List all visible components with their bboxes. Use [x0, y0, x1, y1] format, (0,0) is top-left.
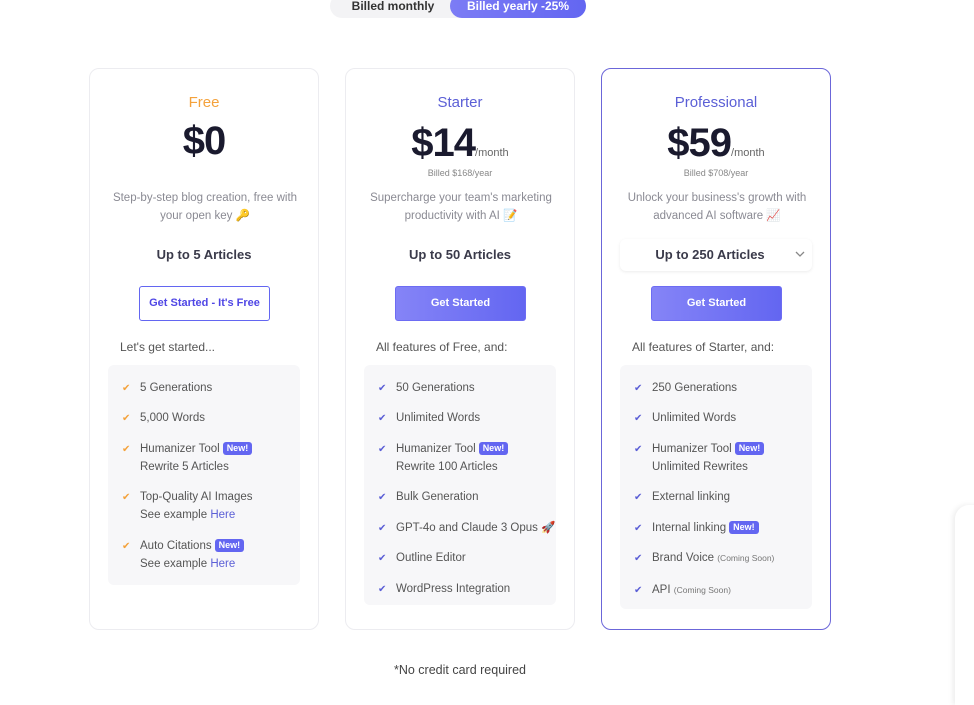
check-icon: ✔: [378, 523, 387, 534]
check-icon: ✔: [378, 413, 387, 424]
check-icon: ✔: [634, 492, 643, 503]
plan-price: $14: [411, 121, 476, 165]
plan-name: Professional: [674, 94, 758, 111]
billed-monthly-option[interactable]: Billed monthly: [330, 0, 456, 18]
check-icon: ✔: [122, 383, 131, 394]
side-panel-edge: [955, 505, 974, 705]
check-icon: ✔: [378, 492, 387, 503]
articles-limit: Up to 50 Articles: [408, 247, 512, 262]
check-icon: ✔: [122, 492, 131, 503]
features-subhead: Let's get started...: [120, 340, 216, 354]
new-badge: New!: [214, 539, 245, 552]
plan-name: Starter: [437, 94, 483, 111]
plan-description: Supercharge your team's marketing produc…: [370, 192, 552, 222]
new-badge: New!: [222, 442, 253, 455]
check-icon: ✔: [378, 553, 387, 564]
articles-select[interactable]: Up to 250 Articles: [620, 239, 812, 271]
feature-list: ✔ 5 Generations ✔ 5,000 Words ✔ Humanizer T…: [108, 365, 300, 585]
chevron-down-icon: [794, 248, 806, 260]
plan-description: Step-by-step blog creation, free with yo…: [112, 192, 298, 222]
get-started-professional-button[interactable]: Get Started: [651, 286, 782, 321]
plan-card-free: Free $0 Step-by-step blog creation, free…: [89, 68, 319, 630]
check-icon: ✔: [634, 523, 643, 534]
check-icon: ✔: [634, 553, 643, 564]
check-icon: ✔: [122, 444, 131, 455]
plan-card-starter: Starter $14/month Billed $168/year Super…: [345, 68, 575, 630]
features-subhead: All features of Starter, and:: [632, 340, 775, 354]
plan-card-professional: Professional $59/month Billed $708/year …: [601, 68, 831, 630]
features-subhead: All features of Free, and:: [376, 340, 508, 354]
billed-yearly-note: Billed $708/year: [683, 168, 749, 178]
check-icon: ✔: [378, 584, 387, 595]
plan-description: Unlock your business's growth with advan…: [627, 192, 807, 222]
articles-limit: Up to 5 Articles: [156, 247, 252, 262]
check-icon: ✔: [634, 585, 643, 596]
plan-price: $0: [182, 119, 226, 163]
check-icon: ✔: [378, 383, 387, 394]
check-icon: ✔: [122, 413, 131, 424]
coming-soon-label: (Coming Soon): [717, 553, 775, 563]
articles-select-value: Up to 250 Articles: [655, 247, 765, 262]
check-icon: ✔: [634, 444, 643, 455]
check-icon: ✔: [122, 541, 131, 552]
billed-yearly-note: Billed $168/year: [427, 168, 493, 178]
get-started-free-button[interactable]: Get Started - It's Free: [139, 286, 270, 321]
example-link[interactable]: Here: [210, 558, 235, 570]
plan-name: Free: [188, 94, 220, 111]
check-icon: ✔: [378, 444, 387, 455]
coming-soon-label: (Coming Soon): [673, 585, 731, 595]
check-icon: ✔: [634, 383, 643, 394]
check-icon: ✔: [634, 413, 643, 424]
get-started-starter-button[interactable]: Get Started: [395, 286, 526, 321]
new-badge: New!: [478, 442, 509, 455]
price-period: /month: [475, 147, 509, 159]
price-period: /month: [731, 147, 765, 159]
new-badge: New!: [734, 442, 765, 455]
footnote: *No credit card required: [393, 663, 526, 677]
billed-yearly-option[interactable]: Billed yearly -25%: [450, 0, 586, 18]
billing-toggle[interactable]: Billed monthly Billed yearly -25%: [330, 0, 586, 18]
new-badge: New!: [729, 521, 759, 534]
feature-list: ✔ 250 Generations ✔ Unlimited Words ✔ Human…: [620, 365, 812, 609]
feature-list: ✔ 50 Generations ✔ Unlimited Words ✔ Humani…: [364, 365, 556, 605]
example-link[interactable]: Here: [210, 509, 235, 521]
plan-price: $59: [667, 121, 732, 165]
